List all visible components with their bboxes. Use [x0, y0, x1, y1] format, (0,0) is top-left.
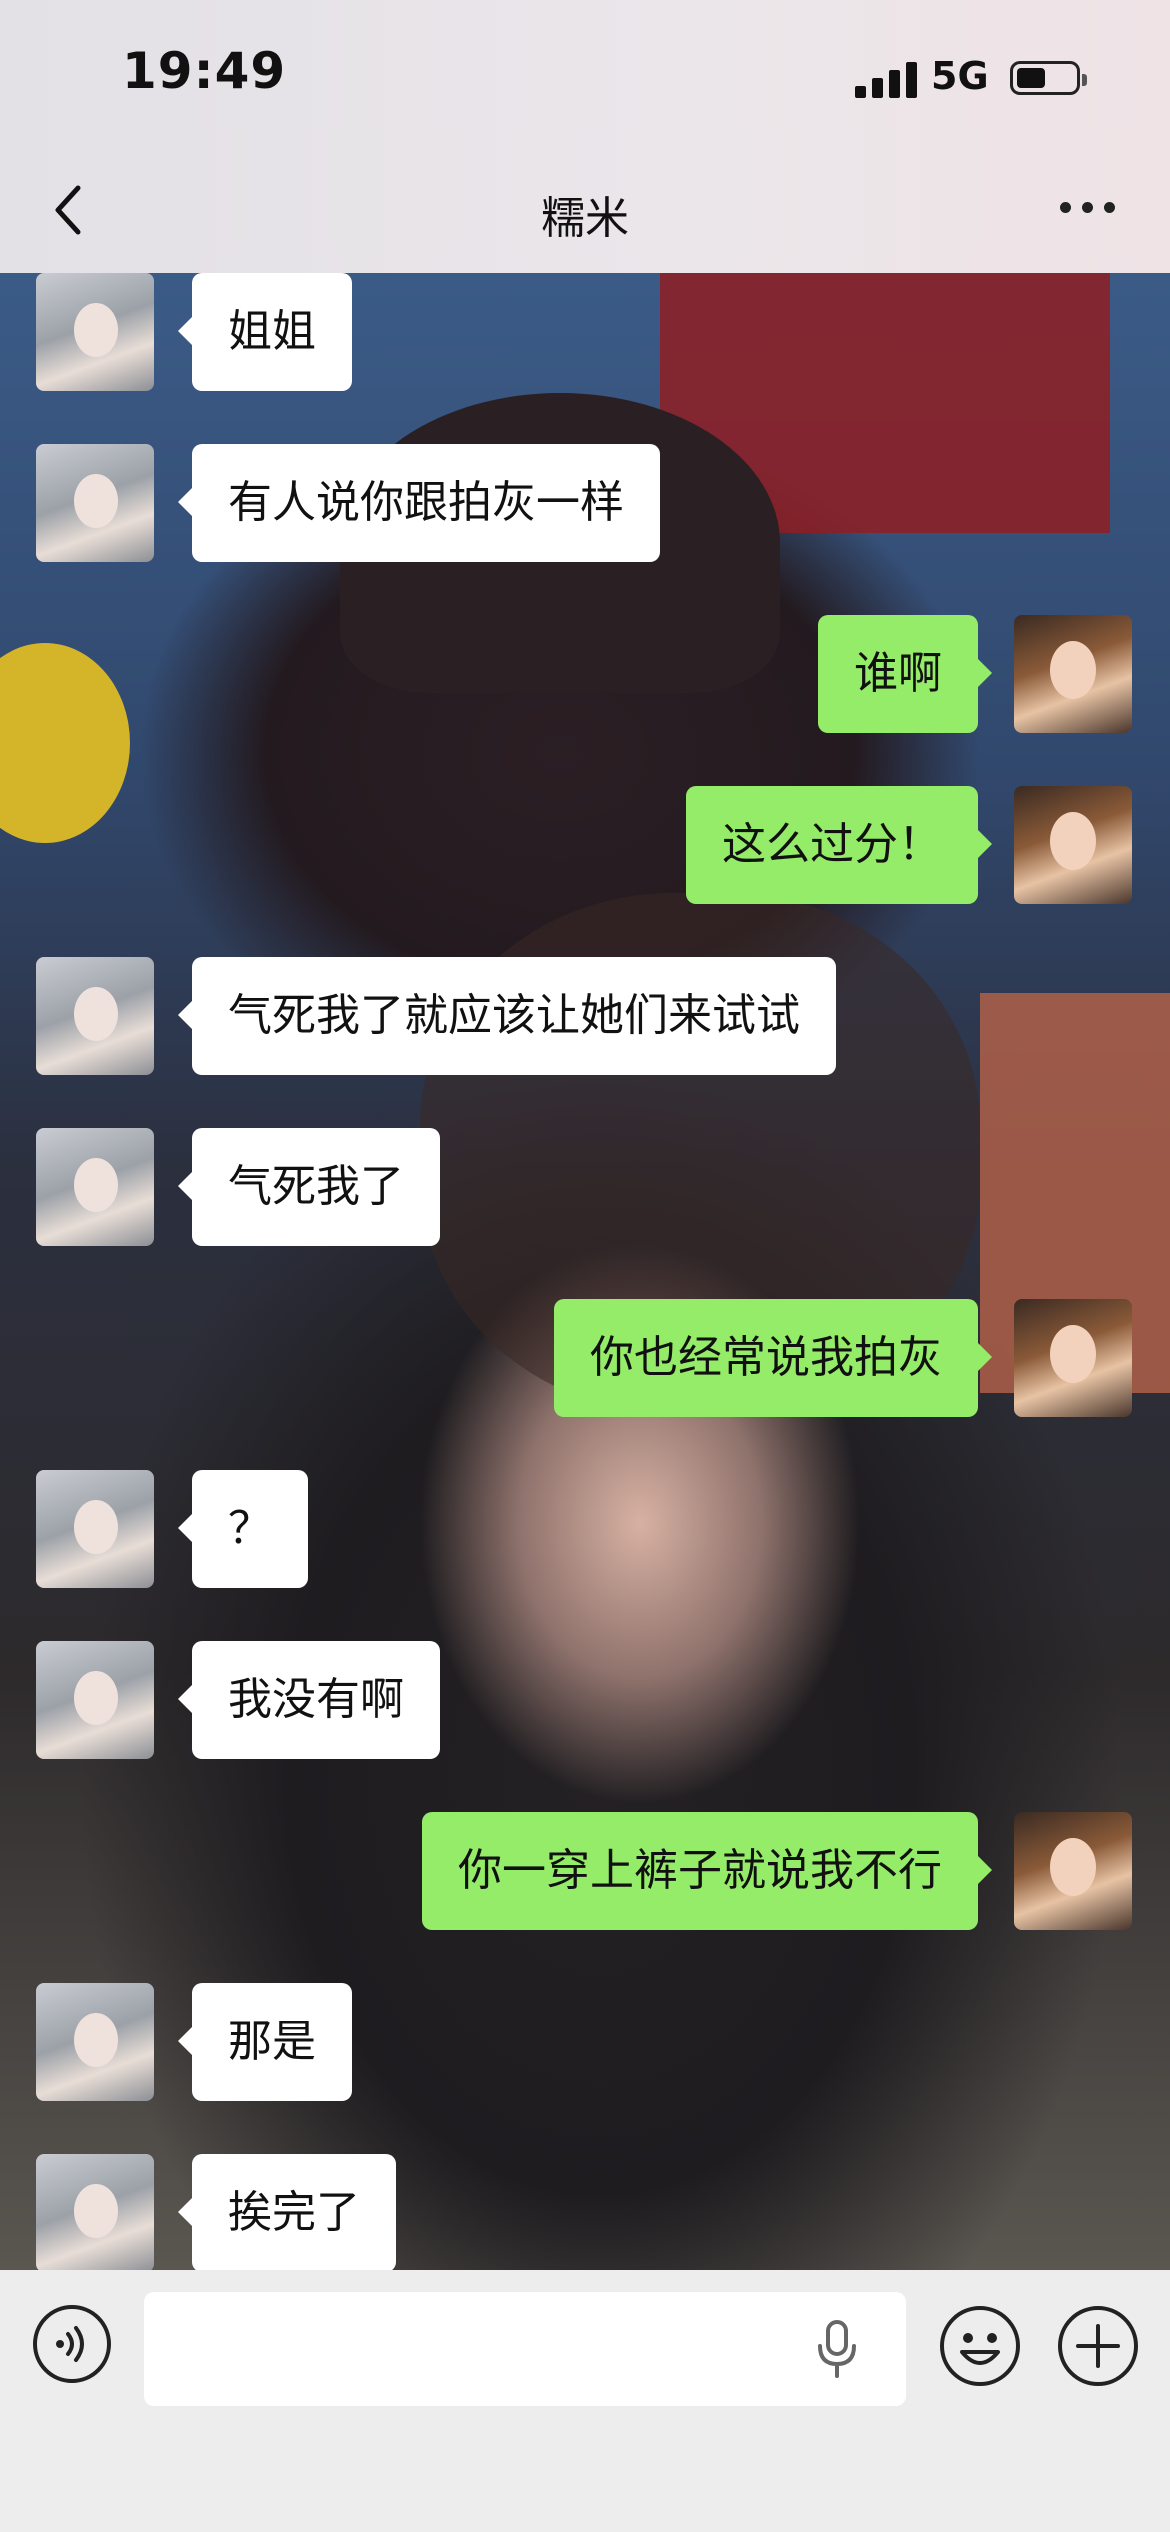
- message-bubble[interactable]: 姐姐: [178, 273, 352, 391]
- message-input[interactable]: [144, 2292, 906, 2406]
- message-bubble[interactable]: 气死我了: [178, 1128, 440, 1246]
- message-bubble[interactable]: 那是: [178, 1983, 352, 2101]
- sent-message: 你也经常说我拍灰: [0, 1299, 1170, 1417]
- message-bubble[interactable]: 你一穿上裤子就说我不行: [422, 1812, 992, 1930]
- contact-avatar[interactable]: [36, 2154, 154, 2270]
- voice-icon[interactable]: [32, 2304, 112, 2384]
- contact-avatar[interactable]: [36, 1128, 154, 1246]
- my-avatar[interactable]: [1014, 786, 1132, 904]
- my-avatar[interactable]: [1014, 1299, 1132, 1417]
- contact-avatar[interactable]: [36, 1470, 154, 1588]
- contact-avatar[interactable]: [36, 1641, 154, 1759]
- my-avatar[interactable]: [1014, 615, 1132, 733]
- signal-icon: [855, 60, 919, 98]
- message-bubble[interactable]: 挨完了: [178, 2154, 396, 2270]
- message-bubble[interactable]: 我没有啊: [178, 1641, 440, 1759]
- message-bubble[interactable]: 谁啊: [818, 615, 992, 733]
- received-message: 那是: [0, 1983, 1170, 2101]
- plus-icon[interactable]: [1056, 2304, 1140, 2388]
- more-icon[interactable]: [1060, 202, 1120, 216]
- message-bubble[interactable]: 有人说你跟拍灰一样: [178, 444, 660, 562]
- contact-avatar[interactable]: [36, 957, 154, 1075]
- sent-message: 你一穿上裤子就说我不行: [0, 1812, 1170, 1930]
- received-message: 我没有啊: [0, 1641, 1170, 1759]
- contact-avatar[interactable]: [36, 273, 154, 391]
- status-time: 19:49: [122, 42, 287, 100]
- chat-header: 糯米: [0, 150, 1170, 273]
- received-message: 姐姐: [0, 273, 1170, 391]
- microphone-icon[interactable]: [812, 2318, 862, 2380]
- sent-message: 这么过分！: [0, 786, 1170, 904]
- received-message: 气死我了就应该让她们来试试: [0, 957, 1170, 1075]
- message-bubble[interactable]: ？: [178, 1470, 308, 1588]
- network-type: 5G: [931, 54, 989, 98]
- received-message: ？: [0, 1470, 1170, 1588]
- input-bar: [0, 2270, 1170, 2532]
- battery-icon: [1010, 61, 1087, 95]
- chat-background: 姐姐有人说你跟拍灰一样谁啊这么过分！ 气死我了就应该让她们来试试 气死我了 你也经常说…: [0, 273, 1170, 2270]
- received-message: 气死我了: [0, 1128, 1170, 1246]
- message-bubble[interactable]: 这么过分！: [686, 786, 992, 904]
- my-avatar[interactable]: [1014, 1812, 1132, 1930]
- message-bubble[interactable]: 你也经常说我拍灰: [554, 1299, 992, 1417]
- received-message: 挨完了: [0, 2154, 1170, 2270]
- status-bar: 19:49 5G: [0, 0, 1170, 150]
- contact-avatar[interactable]: [36, 444, 154, 562]
- chat-title: 糯米: [541, 193, 629, 244]
- emoji-icon[interactable]: [938, 2304, 1022, 2388]
- contact-avatar[interactable]: [36, 1983, 154, 2101]
- message-bubble[interactable]: 气死我了就应该让她们来试试: [178, 957, 836, 1075]
- sent-message: 谁啊: [0, 615, 1170, 733]
- received-message: 有人说你跟拍灰一样: [0, 444, 1170, 562]
